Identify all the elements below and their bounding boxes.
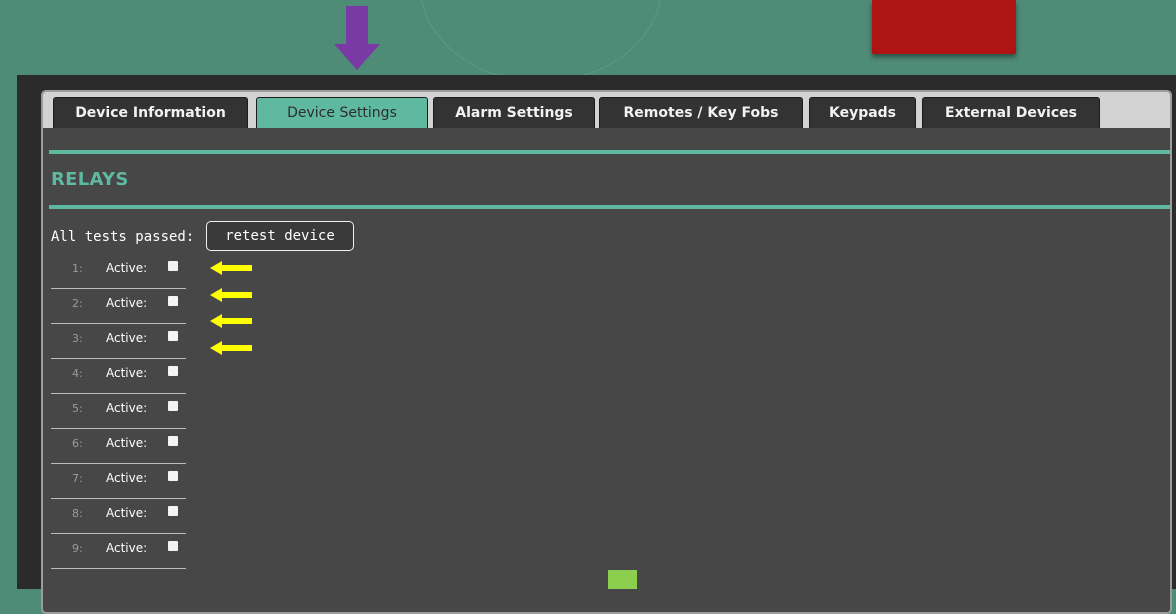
relay-row: 9: Active: [51, 534, 186, 569]
green-marker-box [608, 570, 637, 589]
relay-active-checkbox[interactable] [168, 401, 178, 411]
relay-active-label: Active: [106, 471, 148, 485]
relay-active-label: Active: [106, 541, 148, 555]
relay-row: 5: Active: [51, 394, 186, 429]
tab-bar: Device Information Device Settings Alarm… [43, 92, 1170, 128]
arrow-left-icon [210, 314, 252, 328]
relay-active-checkbox[interactable] [168, 541, 178, 551]
relay-active-label: Active: [106, 366, 148, 380]
red-marker-box [872, 0, 1016, 54]
relay-number: 9: [72, 542, 83, 555]
app-frame: Device Information Device Settings Alarm… [17, 75, 1176, 614]
arrow-left-icon [210, 288, 252, 302]
tests-status-label: All tests passed: [51, 229, 195, 245]
relay-number: 6: [72, 437, 83, 450]
tab-device-information[interactable]: Device Information [53, 97, 248, 128]
relay-active-label: Active: [106, 331, 148, 345]
background-circle [420, 0, 662, 82]
relay-active-checkbox[interactable] [168, 366, 178, 376]
relay-active-checkbox[interactable] [168, 436, 178, 446]
relay-number: 4: [72, 367, 83, 380]
tab-alarm-settings[interactable]: Alarm Settings [433, 97, 595, 128]
relay-active-checkbox[interactable] [168, 506, 178, 516]
relay-number: 3: [72, 332, 83, 345]
relay-row: 2: Active: [51, 289, 186, 324]
relay-row: 1: Active: [51, 254, 186, 289]
tab-device-settings[interactable]: Device Settings [256, 97, 428, 128]
section-divider-bottom [49, 205, 1170, 209]
relay-number: 7: [72, 472, 83, 485]
relay-row: 6: Active: [51, 429, 186, 464]
relay-row: 8: Active: [51, 499, 186, 534]
relay-list: 1: Active: 2: Active: 3: Active: 4: Acti… [51, 254, 186, 569]
relay-row: 7: Active: [51, 464, 186, 499]
section-title: RELAYS [51, 169, 129, 190]
relay-active-checkbox[interactable] [168, 331, 178, 341]
tab-external-devices[interactable]: External Devices [922, 97, 1100, 128]
arrow-left-icon [210, 341, 252, 355]
relay-number: 5: [72, 402, 83, 415]
relay-number: 1: [72, 262, 83, 275]
tab-remotes-key-fobs[interactable]: Remotes / Key Fobs [599, 97, 803, 128]
section-divider-top [49, 150, 1170, 154]
relay-number: 2: [72, 297, 83, 310]
relay-active-label: Active: [106, 296, 148, 310]
relay-active-checkbox[interactable] [168, 471, 178, 481]
relay-active-checkbox[interactable] [168, 261, 178, 271]
arrow-left-icon [210, 261, 252, 275]
relay-active-label: Active: [106, 436, 148, 450]
relay-active-label: Active: [106, 401, 148, 415]
retest-device-button[interactable]: retest device [206, 221, 354, 251]
relay-active-label: Active: [106, 506, 148, 520]
relay-number: 8: [72, 507, 83, 520]
tab-keypads[interactable]: Keypads [809, 97, 916, 128]
relay-active-checkbox[interactable] [168, 296, 178, 306]
relay-row: 3: Active: [51, 324, 186, 359]
relay-active-label: Active: [106, 261, 148, 275]
relay-row: 4: Active: [51, 359, 186, 394]
settings-panel: Device Information Device Settings Alarm… [41, 90, 1172, 614]
arrow-down-icon [334, 6, 380, 70]
